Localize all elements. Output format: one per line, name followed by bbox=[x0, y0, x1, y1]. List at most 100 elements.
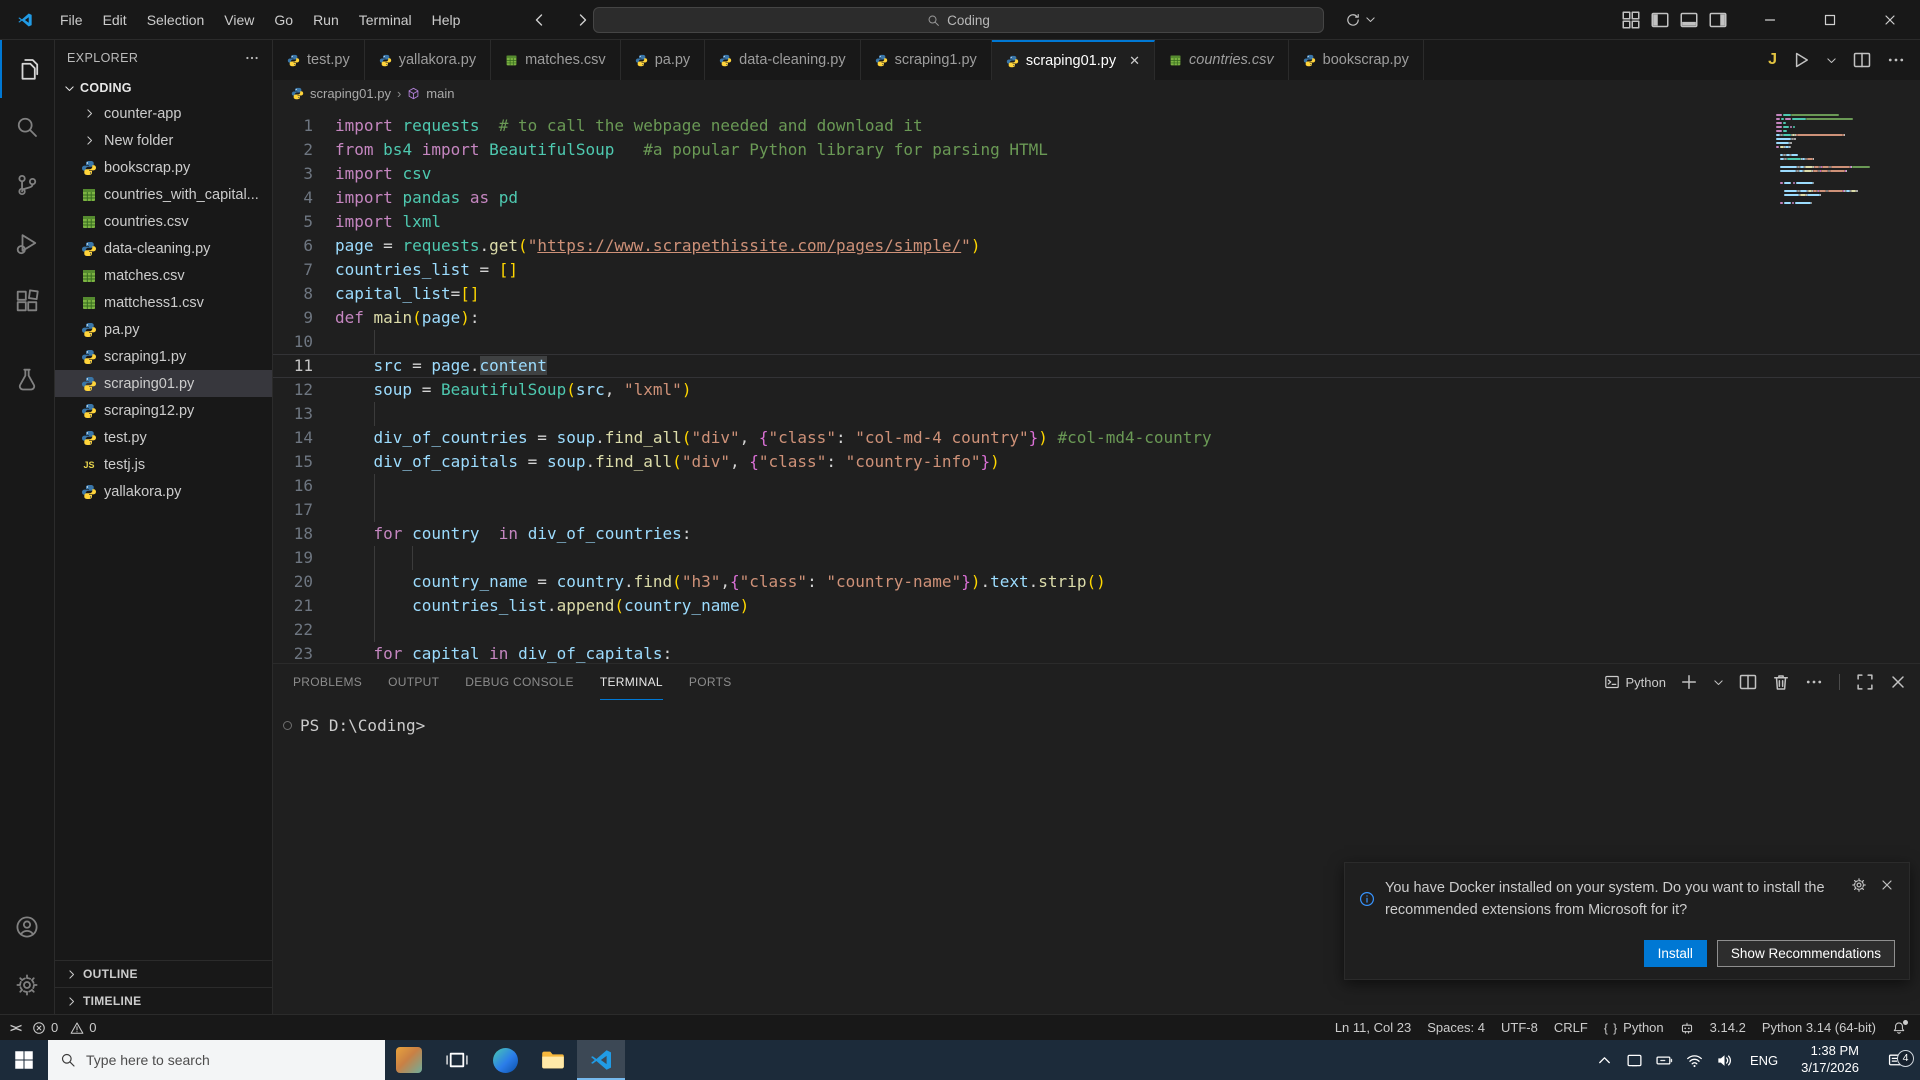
code-line-4[interactable]: 4import pandas as pd bbox=[273, 186, 1920, 210]
menu-run[interactable]: Run bbox=[303, 7, 349, 33]
close-icon[interactable] bbox=[1860, 0, 1920, 40]
tab-matches-csv[interactable]: matches.csv bbox=[491, 40, 621, 80]
panel-tab-debug-console[interactable]: DEBUG CONSOLE bbox=[465, 664, 574, 700]
menu-terminal[interactable]: Terminal bbox=[349, 7, 422, 33]
tab-data-cleaning-py[interactable]: data-cleaning.py bbox=[705, 40, 860, 80]
breadcrumb[interactable]: scraping01.py › main bbox=[273, 80, 1920, 106]
code-line-19[interactable]: 19 bbox=[273, 546, 1920, 570]
sync-dropdown[interactable] bbox=[1345, 12, 1377, 28]
menu-file[interactable]: File bbox=[50, 7, 93, 33]
toggle-sidebar-icon[interactable] bbox=[1650, 10, 1670, 30]
tree-item-countries-with-capital-[interactable]: countries_with_capital... bbox=[55, 181, 272, 208]
breadcrumb-symbol[interactable]: main bbox=[426, 86, 454, 101]
search-highlights[interactable] bbox=[385, 1040, 433, 1080]
panel-tab-ports[interactable]: PORTS bbox=[689, 664, 732, 700]
code-line-20[interactable]: 20 country_name = country.find("h3",{"cl… bbox=[273, 570, 1920, 594]
tree-item-yallakora-py[interactable]: yallakora.py bbox=[55, 478, 272, 505]
forward-arrow-icon[interactable] bbox=[572, 12, 594, 28]
menu-help[interactable]: Help bbox=[422, 7, 471, 33]
activity-testing[interactable] bbox=[0, 350, 54, 408]
task-view-button[interactable] bbox=[433, 1040, 481, 1080]
status-cursor-position[interactable]: Ln 11, Col 23 bbox=[1335, 1020, 1411, 1035]
status-notifications-bell[interactable] bbox=[1892, 1021, 1906, 1035]
search-command-center[interactable]: Coding bbox=[593, 7, 1324, 33]
code-line-5[interactable]: 5import lxml bbox=[273, 210, 1920, 234]
run-button-icon[interactable] bbox=[1791, 50, 1811, 70]
split-terminal-icon[interactable] bbox=[1738, 672, 1758, 692]
volume-icon[interactable] bbox=[1716, 1052, 1733, 1069]
tree-item-scraping1-py[interactable]: scraping1.py bbox=[55, 343, 272, 370]
install-button[interactable]: Install bbox=[1644, 940, 1707, 967]
battery-icon[interactable] bbox=[1656, 1052, 1673, 1069]
code-line-8[interactable]: 8capital_list=[] bbox=[273, 282, 1920, 306]
tree-item-pa-py[interactable]: pa.py bbox=[55, 316, 272, 343]
notification-close-icon[interactable] bbox=[1879, 877, 1895, 893]
ellipsis-icon[interactable] bbox=[244, 50, 260, 66]
tree-item-test-py[interactable]: test.py bbox=[55, 424, 272, 451]
tray-chevron-up-icon[interactable] bbox=[1596, 1052, 1613, 1069]
action-center-button[interactable]: 4 bbox=[1878, 1052, 1912, 1069]
code-line-13[interactable]: 13 bbox=[273, 402, 1920, 426]
status-remote-indicator[interactable]: >< bbox=[10, 1021, 20, 1035]
new-terminal-icon[interactable] bbox=[1679, 672, 1699, 692]
activity-settings[interactable] bbox=[0, 956, 54, 1014]
chevron-down-icon[interactable] bbox=[1825, 54, 1838, 67]
tree-item-data-cleaning-py[interactable]: data-cleaning.py bbox=[55, 235, 272, 262]
tab-test-py[interactable]: test.py bbox=[273, 40, 365, 80]
code-line-18[interactable]: 18 for country in div_of_countries: bbox=[273, 522, 1920, 546]
code-line-17[interactable]: 17 bbox=[273, 498, 1920, 522]
minimap[interactable] bbox=[1776, 114, 1906, 206]
tab-bookscrap-py[interactable]: bookscrap.py bbox=[1289, 40, 1424, 80]
customize-layout-icon[interactable] bbox=[1621, 10, 1641, 30]
chevron-down-icon[interactable] bbox=[1712, 676, 1725, 689]
tree-item-scraping12-py[interactable]: scraping12.py bbox=[55, 397, 272, 424]
back-arrow-icon[interactable] bbox=[528, 12, 550, 28]
code-line-10[interactable]: 10 bbox=[273, 330, 1920, 354]
notification-settings-gear-icon[interactable] bbox=[1851, 877, 1867, 893]
more-actions-icon[interactable] bbox=[1886, 50, 1906, 70]
tree-item-mattchess1-csv[interactable]: mattchess1.csv bbox=[55, 289, 272, 316]
shell-selector[interactable]: Python bbox=[1604, 674, 1666, 690]
close-tab-icon[interactable]: ✕ bbox=[1129, 53, 1140, 69]
taskbar-search[interactable]: Type here to search bbox=[48, 1040, 385, 1080]
minimize-icon[interactable] bbox=[1740, 0, 1800, 40]
split-editor-icon[interactable] bbox=[1852, 50, 1872, 70]
code-line-16[interactable]: 16 bbox=[273, 474, 1920, 498]
toggle-panel-icon[interactable] bbox=[1679, 10, 1699, 30]
code-line-11[interactable]: 11 src = page.content bbox=[273, 354, 1920, 378]
tab-yallakora-py[interactable]: yallakora.py bbox=[365, 40, 491, 80]
status-robot-extension[interactable] bbox=[1680, 1021, 1694, 1035]
language-indicator[interactable]: ENG bbox=[1746, 1053, 1782, 1068]
tree-item-countries-csv[interactable]: countries.csv bbox=[55, 208, 272, 235]
maximize-panel-icon[interactable] bbox=[1855, 672, 1875, 692]
tab-countries-csv[interactable]: countries.csv bbox=[1155, 40, 1289, 80]
menu-selection[interactable]: Selection bbox=[137, 7, 215, 33]
activity-run-and-debug[interactable] bbox=[0, 214, 54, 272]
file-explorer-taskbar-button[interactable] bbox=[529, 1040, 577, 1080]
status-encoding[interactable]: UTF-8 bbox=[1501, 1020, 1538, 1035]
code-line-21[interactable]: 21 countries_list.append(country_name) bbox=[273, 594, 1920, 618]
code-line-6[interactable]: 6page = requests.get("https://www.scrape… bbox=[273, 234, 1920, 258]
edge-taskbar-button[interactable] bbox=[481, 1040, 529, 1080]
close-panel-icon[interactable] bbox=[1888, 672, 1908, 692]
outline-section[interactable]: OUTLINE bbox=[55, 960, 272, 987]
kill-terminal-icon[interactable] bbox=[1771, 672, 1791, 692]
toggle-secondary-sidebar-icon[interactable] bbox=[1708, 10, 1728, 30]
code-line-22[interactable]: 22 bbox=[273, 618, 1920, 642]
clock[interactable]: 1:38 PM 3/17/2026 bbox=[1795, 1043, 1865, 1077]
code-line-14[interactable]: 14 div_of_countries = soup.find_all("div… bbox=[273, 426, 1920, 450]
code-line-23[interactable]: 23 for capital in div_of_capitals: bbox=[273, 642, 1920, 663]
panel-tab-terminal[interactable]: TERMINAL bbox=[600, 664, 663, 700]
status-python-interpreter[interactable]: Python 3.14 (64-bit) bbox=[1762, 1020, 1876, 1035]
tree-item-matches-csv[interactable]: matches.csv bbox=[55, 262, 272, 289]
tab-scraping1-py[interactable]: scraping1.py bbox=[861, 40, 992, 80]
status-language-mode[interactable]: { }Python bbox=[1604, 1020, 1664, 1035]
tree-item-bookscrap-py[interactable]: bookscrap.py bbox=[55, 154, 272, 181]
wifi-icon[interactable] bbox=[1686, 1052, 1703, 1069]
activity-explorer[interactable] bbox=[0, 40, 54, 98]
activity-source-control[interactable] bbox=[0, 156, 54, 214]
menu-view[interactable]: View bbox=[214, 7, 264, 33]
status-warning-count[interactable]: 0 bbox=[70, 1020, 96, 1035]
tree-item-testj-js[interactable]: JStestj.js bbox=[55, 451, 272, 478]
status-error-count[interactable]: 0 bbox=[32, 1020, 58, 1035]
